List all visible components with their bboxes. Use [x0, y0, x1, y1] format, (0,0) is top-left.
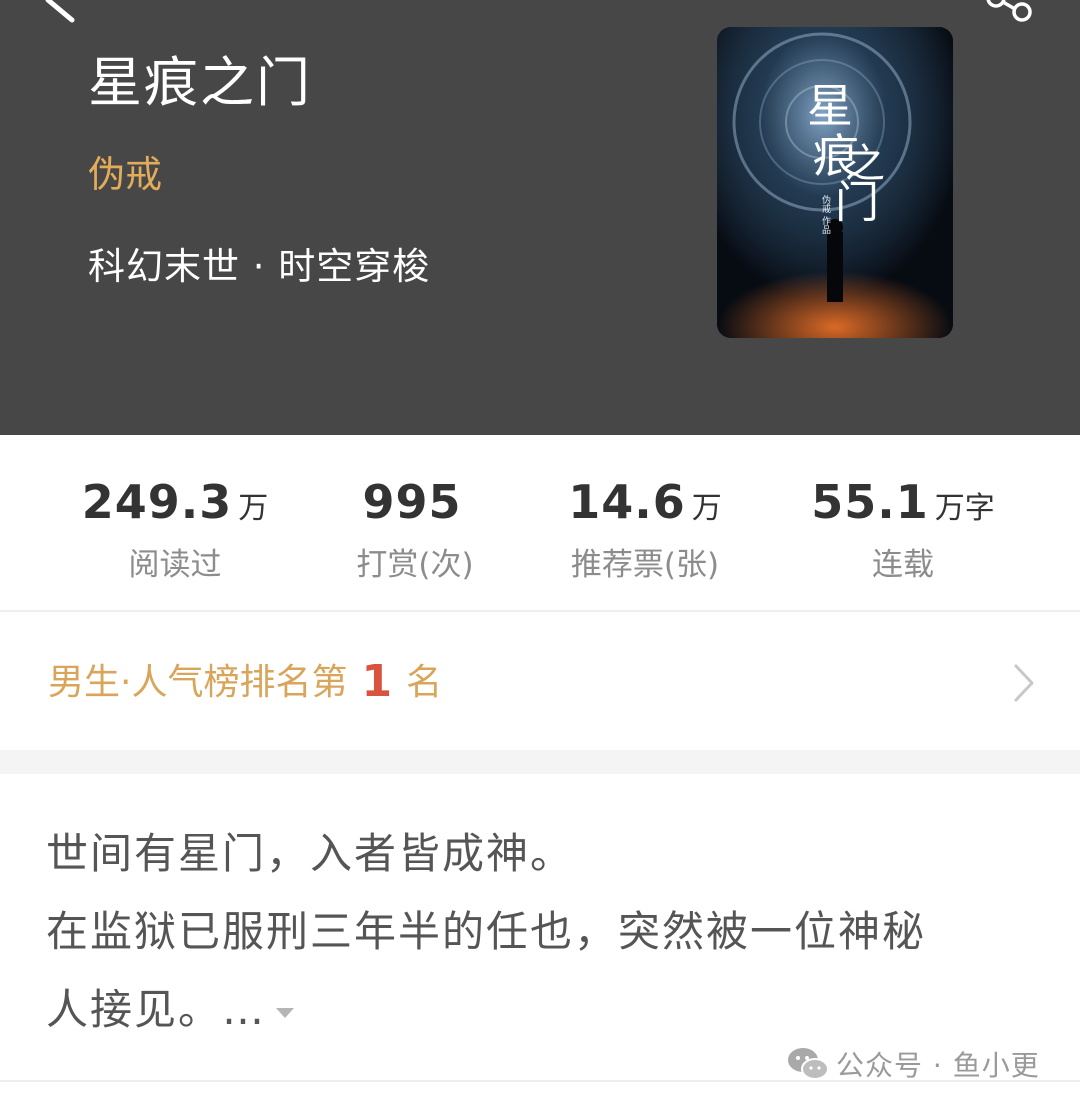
stat-value: 14.6 — [568, 475, 686, 529]
ranking-prefix: 男生·人气榜排名第 — [48, 662, 348, 703]
stat-value: 249.3 — [81, 475, 233, 529]
share-icon[interactable] — [982, 0, 1038, 26]
divider — [0, 1080, 1080, 1082]
synopsis-line: 世间有星门，入者皆成神。 — [46, 829, 575, 878]
stats-bar: 249.3 万 阅读过 995 打赏(次) 14.6 万 推荐票(张) 55.1 万字… — [0, 435, 1080, 610]
svg-text:门: 门 — [835, 177, 879, 228]
book-detail-page: 星痕之门 伪戒 科幻末世 · 时空穿梭 星 痕 之 门 伪戒 作品 249.3 … — [0, 0, 1080, 1107]
stat-label: 打赏(次) — [356, 547, 474, 583]
book-cover[interactable]: 星 痕 之 门 伪戒 作品 — [717, 27, 953, 338]
synopsis-line: 在监狱已服刑三年半的任也，突然被一位神秘 — [46, 907, 927, 956]
stat-label: 阅读过 — [128, 547, 222, 583]
ranking-number: 1 — [361, 656, 393, 707]
stat-tips: 995 打赏(次) — [295, 473, 535, 584]
section-gap — [0, 750, 1080, 774]
svg-text:星: 星 — [807, 79, 853, 133]
book-genre: 科幻末世 · 时空穿梭 — [88, 245, 431, 288]
stat-unit: 万字 — [934, 491, 995, 526]
book-synopsis[interactable]: 世间有星门，入者皆成神。 在监狱已服刑三年半的任也，突然被一位神秘 人接见。… — [46, 815, 1046, 1049]
stat-value: 995 — [362, 475, 462, 529]
stat-label: 推荐票(张) — [570, 547, 720, 583]
stat-value: 55.1 — [811, 475, 929, 529]
ranking-suffix: 名 — [406, 662, 443, 703]
chevron-right-icon[interactable] — [1010, 660, 1038, 706]
stat-unit: 万 — [238, 491, 269, 526]
stat-word-count: 55.1 万字 连载 — [783, 473, 1023, 584]
book-header: 星痕之门 伪戒 科幻末世 · 时空穿梭 星 痕 之 门 伪戒 作品 — [0, 0, 1080, 435]
stat-label: 连载 — [872, 547, 934, 583]
svg-text:伪戒 作品: 伪戒 作品 — [820, 194, 831, 235]
stat-recommend-votes: 14.6 万 推荐票(张) — [525, 473, 765, 584]
book-title: 星痕之门 — [88, 51, 312, 114]
back-arrow-icon[interactable] — [28, 0, 88, 30]
stat-reads: 249.3 万 阅读过 — [55, 473, 295, 584]
stat-unit: 万 — [691, 491, 722, 526]
wechat-icon — [788, 1048, 829, 1080]
synopsis-line-last: 人接见。… — [46, 971, 1046, 1049]
ranking-row[interactable]: 男生·人气榜排名第 1 名 — [0, 612, 1080, 750]
book-author[interactable]: 伪戒 — [88, 144, 162, 198]
ranking-text: 男生·人气榜排名第 1 名 — [48, 658, 442, 707]
expand-triangle-icon[interactable] — [274, 1006, 296, 1020]
watermark-text: 公众号 · 鱼小更 — [836, 1049, 1040, 1082]
synopsis-line: 人接见。… — [46, 985, 267, 1034]
